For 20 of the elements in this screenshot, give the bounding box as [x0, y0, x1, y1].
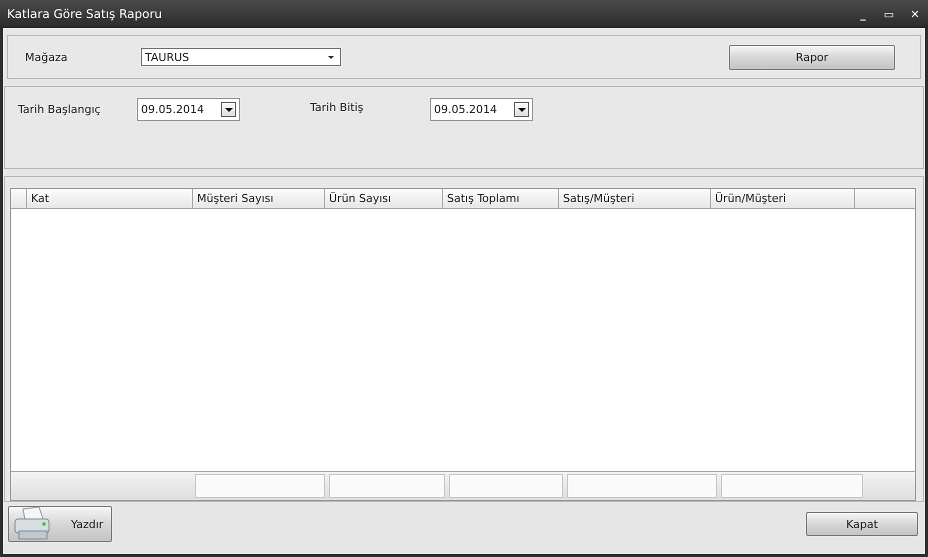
column-header: Ürün Sayısı [325, 189, 443, 208]
store-label: Mağaza [25, 50, 68, 64]
minimize-button[interactable]: _ [856, 8, 870, 20]
print-button[interactable]: Yazdır [8, 506, 112, 542]
date-label: Tarih Bitiş [310, 100, 364, 114]
date-picker[interactable]: 09.05.2014 [138, 99, 239, 120]
column-header: Ürün/Müşteri [711, 189, 855, 208]
close-button[interactable]: ✕ [908, 8, 922, 20]
dropdown-arrow-icon [328, 56, 334, 58]
column-header: Satış/Müşteri [559, 189, 711, 208]
column-header: Kat [27, 189, 193, 208]
report-button[interactable]: Rapor [729, 44, 895, 70]
date-label: Tarih Başlangıç [18, 102, 102, 116]
date-picker[interactable]: 09.05.2014 [431, 99, 532, 120]
close-form-button[interactable]: Kapat [806, 512, 918, 536]
store-dropdown[interactable]: TAURUS [141, 48, 341, 66]
column-header: Müşteri Sayısı [193, 189, 325, 208]
window-title: Katlara Göre Satış Raporu [7, 7, 164, 21]
column-header: Satış Toplamı [443, 189, 559, 208]
maximize-button[interactable]: ▭ [882, 8, 896, 20]
